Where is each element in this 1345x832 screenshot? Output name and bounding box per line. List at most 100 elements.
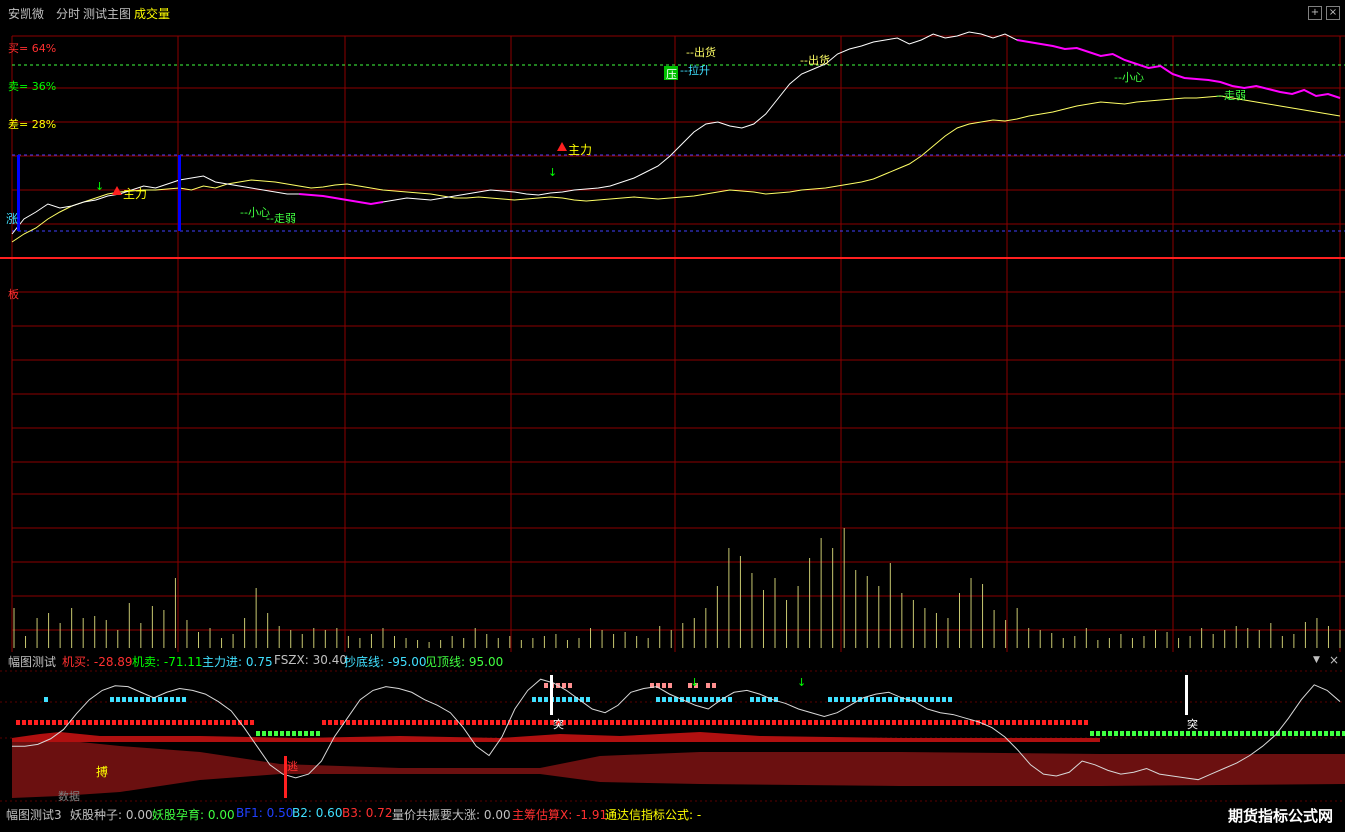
chevron-down-icon[interactable]: ▼ [1313, 655, 1320, 665]
main-chart[interactable]: 买= 64% 卖= 36% 差= 28% 涨 板 主力 主力 ↓ ↓ --小心 … [0, 24, 1345, 652]
bp-b2: B2: 0.60 [292, 806, 343, 820]
red-dash [832, 720, 836, 725]
title-bar: 安凯微 分时 测试主图 成交量 + × [0, 0, 1345, 24]
cyan-dash [894, 697, 898, 702]
main-indicator-label[interactable]: 测试主图 [83, 5, 131, 22]
red-dash [808, 720, 812, 725]
red-dash [202, 720, 206, 725]
red-dash [34, 720, 38, 725]
red-dash [604, 720, 608, 725]
indicator-chart[interactable]: 突 突 逃 搏 数据 ↓ ↓ [0, 668, 1345, 805]
red-dash [58, 720, 62, 725]
green-dash [1288, 731, 1292, 736]
red-dash [226, 720, 230, 725]
bottom-panel-name[interactable]: 幅图测试3 [6, 806, 62, 823]
pink-dash [712, 683, 716, 688]
cyan-dash [930, 697, 934, 702]
cyan-dash [728, 697, 732, 702]
red-dash [670, 720, 674, 725]
green-dash [1246, 731, 1250, 736]
red-dash [1078, 720, 1082, 725]
green-dash [304, 731, 308, 736]
close-icon[interactable]: × [1329, 653, 1339, 667]
indicator-header: 幅图测试 机买: -28.89 机卖: -71.11 主力进: 0.75 FSZ… [0, 652, 1345, 669]
green-dash [1312, 731, 1316, 736]
red-dash [616, 720, 620, 725]
green-dash [1300, 731, 1304, 736]
green-dash [1318, 731, 1322, 736]
green-dash [256, 731, 260, 736]
red-dash [688, 720, 692, 725]
green-dash [1252, 731, 1256, 736]
signal-lasheng: --拉升 [680, 63, 710, 77]
red-dash [538, 720, 542, 725]
down-arrow-icon: ↓ [95, 180, 104, 193]
red-dash [190, 720, 194, 725]
green-dash [1180, 731, 1184, 736]
signal-tu-1: 突 [553, 717, 564, 731]
diff-label: 差= 28% [8, 117, 56, 131]
red-dash [250, 720, 254, 725]
volume-label[interactable]: 成交量 [134, 5, 170, 22]
red-dash [376, 720, 380, 725]
cyan-dash [756, 697, 760, 702]
cyan-dash [948, 697, 952, 702]
green-dash [1222, 731, 1226, 736]
green-dash [274, 731, 278, 736]
red-dash [580, 720, 584, 725]
red-dash [1054, 720, 1058, 725]
red-dash [958, 720, 962, 725]
close-icon[interactable]: × [1326, 6, 1340, 20]
red-dash [166, 720, 170, 725]
red-dash [328, 720, 332, 725]
red-dash [100, 720, 104, 725]
red-dash [484, 720, 488, 725]
red-dash [160, 720, 164, 725]
signal-tu-2: 突 [1187, 717, 1198, 731]
green-dash [1102, 731, 1106, 736]
cyan-dash [882, 697, 886, 702]
ban-label: 板 [8, 287, 19, 301]
red-dash [346, 720, 350, 725]
green-dash [1108, 731, 1112, 736]
signal-chuhuo-1: --出货 [686, 45, 716, 59]
red-dash [394, 720, 398, 725]
red-dash [856, 720, 860, 725]
red-dash [364, 720, 368, 725]
red-dash [436, 720, 440, 725]
red-dash [640, 720, 644, 725]
red-dash [646, 720, 650, 725]
red-dash [178, 720, 182, 725]
add-icon[interactable]: + [1308, 6, 1322, 20]
green-dash [1264, 731, 1268, 736]
cyan-dash [888, 697, 892, 702]
green-dash [1114, 731, 1118, 736]
red-dash [964, 720, 968, 725]
green-dash [1120, 731, 1124, 736]
red-dash [916, 720, 920, 725]
cyan-dash [556, 697, 560, 702]
green-dash [1186, 731, 1190, 736]
weak-segment [1016, 39, 1341, 99]
green-dash [1192, 731, 1196, 736]
cyan-dash [870, 697, 874, 702]
green-dash [1168, 731, 1172, 736]
green-dash [1138, 731, 1142, 736]
red-dash [568, 720, 572, 725]
pink-dash [662, 683, 666, 688]
cyan-dash [544, 697, 548, 702]
red-dash [1042, 720, 1046, 725]
pink-dash [706, 683, 710, 688]
cyan-dash [170, 697, 174, 702]
red-dash [124, 720, 128, 725]
red-dash [526, 720, 530, 725]
signal-zouruo-2: --走弱 [1216, 89, 1246, 102]
cyan-dash [942, 697, 946, 702]
indicator-dash-rows [16, 683, 1345, 736]
red-dash [742, 720, 746, 725]
mode-label[interactable]: 分时 [56, 5, 80, 22]
red-dash [784, 720, 788, 725]
weak-segment [299, 193, 384, 206]
cyan-dash [918, 697, 922, 702]
green-dash [1306, 731, 1310, 736]
